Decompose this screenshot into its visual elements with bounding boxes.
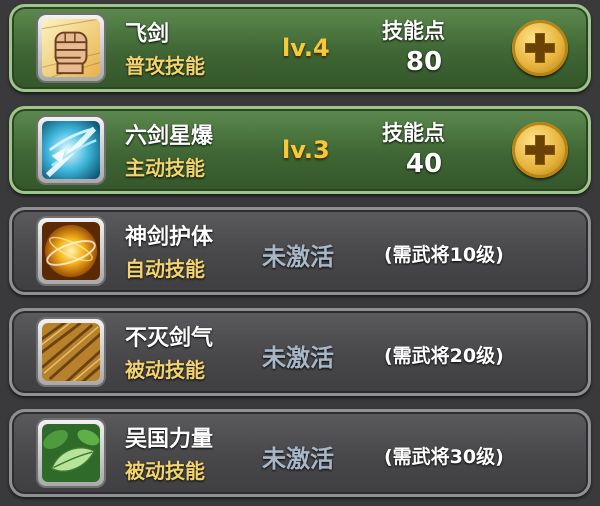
plus-icon (525, 33, 555, 63)
skill-name: 飞剑 (125, 22, 170, 47)
skill-level: lv.4 (282, 34, 330, 62)
skill-type: 被动技能 (125, 358, 205, 382)
leaf-icon (42, 424, 100, 482)
skill-status: 未激活 (262, 243, 334, 271)
skill-points-label: 技能点 (382, 19, 445, 43)
upgrade-button[interactable] (512, 122, 568, 178)
skill-requirement: (需武将10级) (384, 244, 504, 266)
skill-type: 普攻技能 (125, 54, 205, 78)
golden-orb-icon (42, 222, 100, 280)
skill-requirement: (需武将20级) (384, 345, 504, 367)
skill-icon-frame (36, 418, 106, 488)
fist-icon (42, 19, 100, 77)
skill-row-wuguoliliang[interactable]: 吴国力量 被动技能 未激活 (需武将30级) (9, 409, 591, 497)
skill-points-value: 40 (405, 149, 443, 179)
skill-row-liujianxingbao[interactable]: 六剑星爆 主动技能 lv.3 技能点 40 (9, 106, 591, 194)
skill-status: 未激活 (262, 344, 334, 372)
skill-name: 不灭剑气 (125, 326, 214, 351)
sword-slash-icon (42, 323, 100, 381)
skill-panel: 飞剑 普攻技能 lv.4 技能点 80 六剑星爆 主动技能 lv.3 技能点 4… (0, 0, 600, 506)
skill-requirement: (需武将30级) (384, 446, 504, 468)
sword-burst-icon (42, 121, 100, 179)
skill-points-label: 技能点 (382, 121, 445, 145)
skill-icon-frame (36, 216, 106, 286)
skill-row-feijian[interactable]: 飞剑 普攻技能 lv.4 技能点 80 (9, 4, 591, 92)
skill-level: lv.3 (282, 136, 330, 164)
upgrade-button[interactable] (512, 20, 568, 76)
skill-name: 神剑护体 (125, 225, 214, 250)
skill-name: 吴国力量 (125, 427, 214, 452)
skill-name: 六剑星爆 (125, 124, 214, 149)
skill-type: 主动技能 (125, 156, 205, 180)
skill-row-bumiejianqi[interactable]: 不灭剑气 被动技能 未激活 (需武将20级) (9, 308, 591, 396)
skill-type: 被动技能 (125, 459, 205, 483)
skill-icon-frame (36, 115, 106, 185)
plus-icon (525, 135, 555, 165)
skill-type: 自动技能 (125, 257, 205, 281)
skill-icon-frame (36, 13, 106, 83)
skill-row-shenjianhuti[interactable]: 神剑护体 自动技能 未激活 (需武将10级) (9, 207, 591, 295)
skill-points-value: 80 (405, 47, 443, 77)
skill-status: 未激活 (262, 445, 334, 473)
skill-icon-frame (36, 317, 106, 387)
